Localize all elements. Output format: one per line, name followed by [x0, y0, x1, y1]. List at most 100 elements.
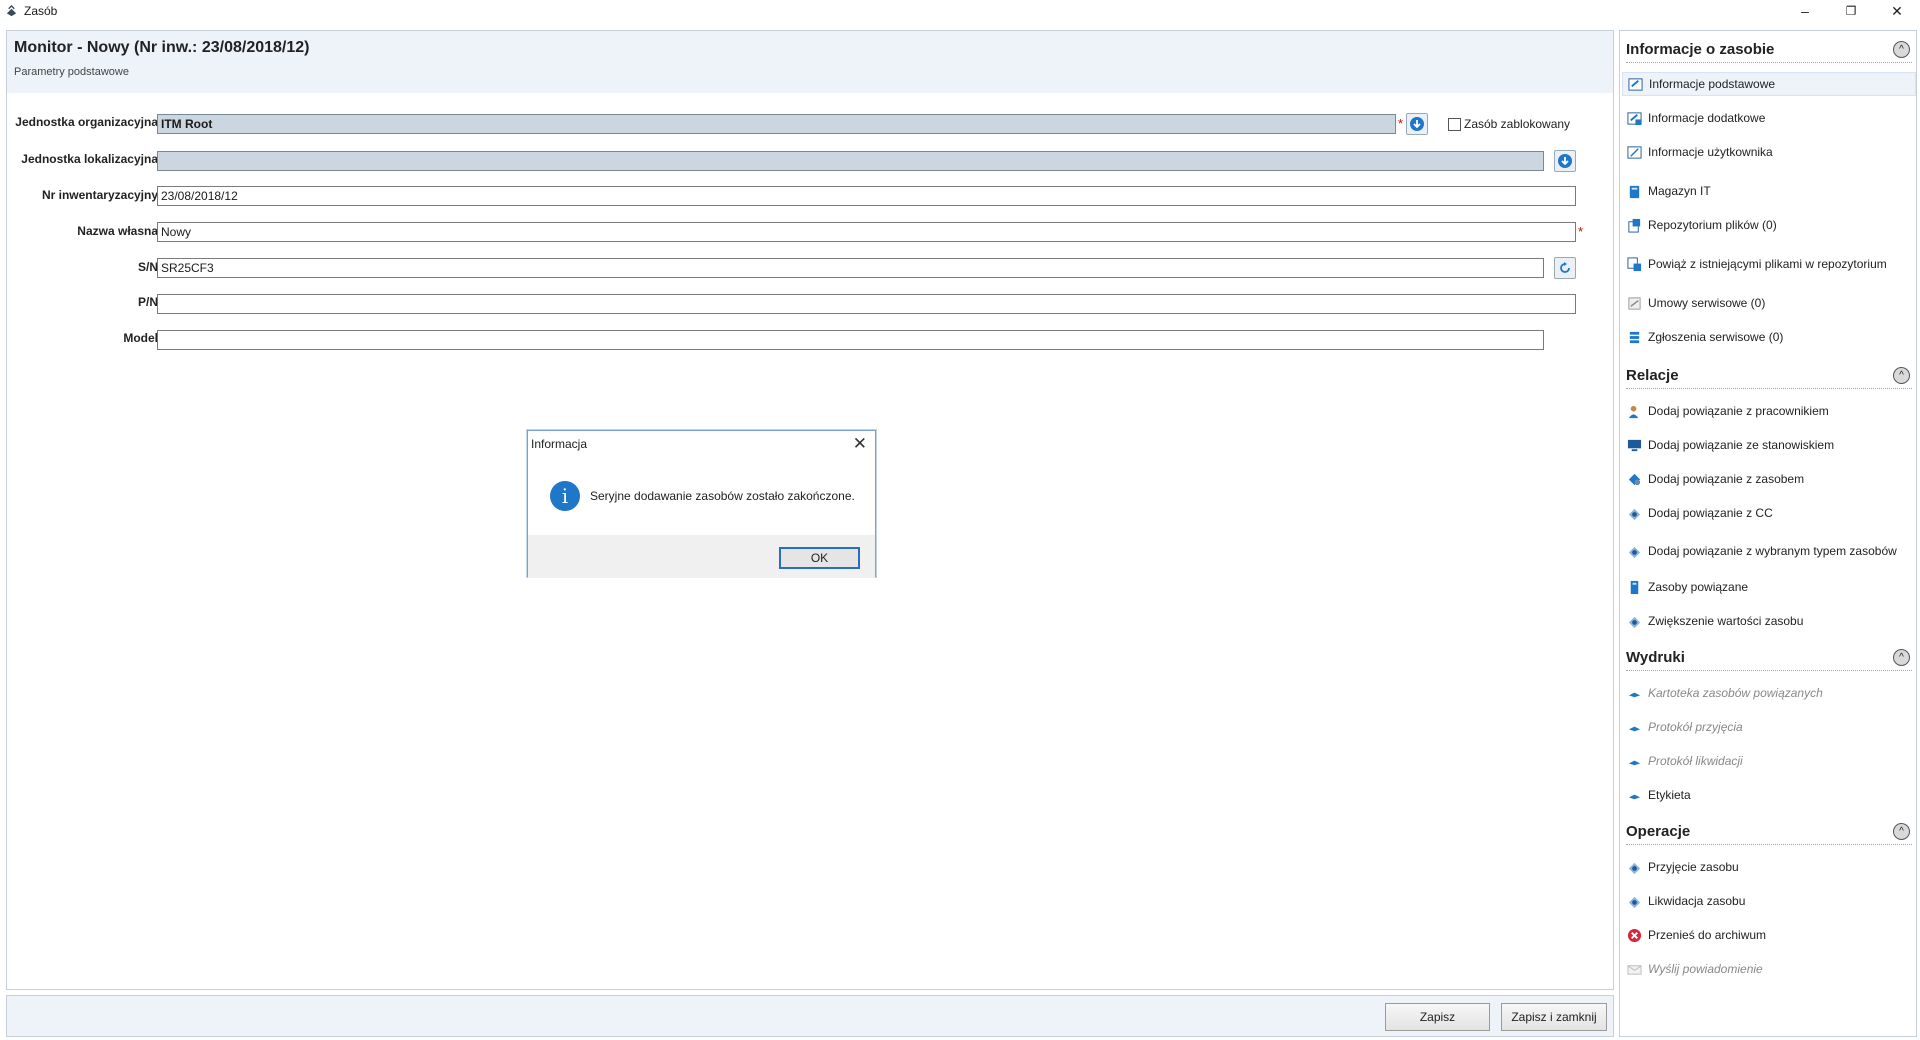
- sidebar-item-link-cc[interactable]: Dodaj powiązanie z CC: [1622, 501, 1916, 525]
- sidebar-item-additional-info[interactable]: Informacje dodatkowe: [1622, 106, 1916, 130]
- save-and-close-button[interactable]: Zapisz i zamknij: [1501, 1003, 1607, 1031]
- info-dialog: Informacja ✕ i Seryjne dodawanie zasobów…: [527, 430, 876, 578]
- section-title: Relacje: [1626, 367, 1679, 384]
- pencil-icon: [1627, 145, 1642, 159]
- sidebar-item-label: Przenieś do archiwum: [1648, 928, 1767, 942]
- org-unit-field[interactable]: ITM Root: [157, 114, 1396, 134]
- sn-refresh-button[interactable]: [1554, 257, 1576, 279]
- sidebar-item-label: Wyślij powiadomienie: [1648, 962, 1763, 976]
- sidebar-item-label: Powiąż z istniejącymi plikami w repozyto…: [1648, 257, 1887, 271]
- sidebar-item-label: Dodaj powiązanie z pracownikiem: [1648, 404, 1829, 418]
- contract-icon: [1628, 296, 1641, 310]
- section-title: Wydruki: [1626, 649, 1685, 666]
- sidebar-item-user-info[interactable]: Informacje użytkownika: [1622, 140, 1916, 164]
- sidebar-item-label: Etykieta: [1648, 788, 1691, 802]
- dialog-title: Informacja: [531, 437, 588, 451]
- loc-unit-label: Jednostka lokalizacyjna: [21, 152, 158, 166]
- print-icon: [1628, 794, 1641, 799]
- sidebar-item-label: Umowy serwisowe (0): [1648, 296, 1766, 310]
- dialog-message: Seryjne dodawanie zasobów zostało zakońc…: [590, 489, 855, 503]
- sidebar-item-link-files[interactable]: Powiąż z istniejącymi plikami w repozyto…: [1622, 252, 1916, 276]
- form-plus-icon: [1627, 111, 1642, 125]
- required-marker: *: [1398, 116, 1404, 131]
- sidebar-item-link-employee[interactable]: Dodaj powiązanie z pracownikiem: [1622, 399, 1916, 423]
- form-icon: [1628, 77, 1643, 91]
- sidebar-item-warehouse[interactable]: Magazyn IT: [1622, 179, 1916, 203]
- section-prints[interactable]: Wydruki ^: [1626, 645, 1912, 671]
- related-assets-icon: [1630, 580, 1639, 594]
- model-field[interactable]: [157, 330, 1544, 350]
- sidebar-item-basic-info[interactable]: Informacje podstawowe: [1622, 72, 1916, 96]
- own-name-field[interactable]: Nowy: [157, 222, 1576, 242]
- sidebar-item-related-assets[interactable]: Zasoby powiązane: [1622, 575, 1916, 599]
- workstation-link-icon: [1627, 439, 1642, 451]
- collapse-icon[interactable]: ^: [1893, 649, 1910, 666]
- mail-icon: [1627, 964, 1642, 975]
- collapse-icon[interactable]: ^: [1893, 823, 1910, 840]
- section-relations[interactable]: Relacje ^: [1626, 363, 1912, 389]
- sidebar-item-service-contracts[interactable]: Umowy serwisowe (0): [1622, 291, 1916, 315]
- sidebar-item-label: Informacje użytkownika: [1648, 145, 1773, 159]
- type-link-icon: [1628, 546, 1641, 558]
- collapse-icon[interactable]: ^: [1893, 367, 1910, 384]
- sidebar-item-file-repository[interactable]: Repozytorium plików (0): [1622, 213, 1916, 237]
- inv-no-field[interactable]: 23/08/2018/12: [157, 186, 1576, 206]
- page-title: Monitor - Nowy (Nr inw.: 23/08/2018/12): [14, 39, 310, 56]
- save-button[interactable]: Zapisz: [1385, 1003, 1490, 1031]
- minimize-button[interactable]: –: [1782, 0, 1828, 22]
- sidebar-item-dispose-asset[interactable]: Likwidacja zasobu: [1622, 889, 1916, 913]
- ok-button[interactable]: OK: [779, 547, 860, 569]
- sidebar-item-label: Protokół przyjęcia: [1648, 720, 1743, 734]
- sidebar-item-print-label[interactable]: Etykieta: [1622, 783, 1916, 807]
- page-subtitle: Parametry podstawowe: [14, 66, 129, 78]
- sidebar-item-value-increase[interactable]: Zwiększenie wartości zasobu: [1622, 609, 1916, 633]
- sidebar-item-label: Dodaj powiązanie z wybranym typem zasobó…: [1648, 544, 1897, 558]
- close-button[interactable]: ✕: [1874, 0, 1920, 22]
- window-title: Zasób: [24, 4, 58, 18]
- info-icon: i: [550, 481, 580, 511]
- section-title: Operacje: [1626, 823, 1691, 840]
- sidebar-item-link-asset[interactable]: Dodaj powiązanie z zasobem: [1622, 467, 1916, 491]
- value-increase-icon: [1628, 616, 1641, 628]
- sidebar-item-receive-asset[interactable]: Przyjęcie zasobu: [1622, 855, 1916, 879]
- restore-button[interactable]: ❐: [1828, 0, 1874, 22]
- section-resource-info[interactable]: Informacje o zasobie ^: [1626, 37, 1912, 63]
- app-icon: [6, 4, 17, 16]
- dispose-icon: [1628, 896, 1641, 908]
- sidebar-item-send-notification[interactable]: Wyślij powiadomienie: [1622, 957, 1916, 981]
- print-icon: [1628, 726, 1641, 731]
- sn-field[interactable]: SR25CF3: [157, 258, 1544, 278]
- user-link-icon: [1628, 405, 1639, 418]
- sidebar-item-move-to-archive[interactable]: Przenieś do archiwum: [1622, 923, 1916, 947]
- pn-field[interactable]: [157, 294, 1576, 314]
- print-icon: [1628, 760, 1641, 765]
- loc-unit-select-button[interactable]: [1554, 150, 1576, 172]
- sidebar-item-print-related-assets[interactable]: Kartoteka zasobów powiązanych: [1622, 681, 1916, 705]
- loc-unit-field[interactable]: [157, 151, 1544, 171]
- sidebar-item-label: Zwiększenie wartości zasobu: [1648, 614, 1804, 628]
- close-icon: ✕: [1891, 2, 1903, 19]
- inv-no-label: Nr inwentaryzacyjny: [41, 188, 158, 202]
- required-marker: *: [1578, 224, 1584, 239]
- org-unit-select-button[interactable]: [1406, 113, 1428, 135]
- download-arrow-icon: [1410, 117, 1424, 131]
- pn-label: P/N: [137, 295, 158, 309]
- section-operations[interactable]: Operacje ^: [1626, 819, 1912, 845]
- bottom-action-bar: Zapisz Zapisz i zamknij: [6, 995, 1614, 1037]
- side-panel: Informacje o zasobie ^ Informacje podsta…: [1619, 30, 1917, 1037]
- tickets-icon: [1629, 331, 1640, 343]
- collapse-icon[interactable]: ^: [1893, 41, 1910, 58]
- print-icon: [1628, 692, 1641, 697]
- sidebar-item-label: Informacje podstawowe: [1649, 77, 1776, 91]
- dialog-close-icon[interactable]: ✕: [853, 434, 867, 454]
- sidebar-item-label: Repozytorium plików (0): [1648, 218, 1777, 232]
- restore-icon: ❐: [1845, 4, 1857, 18]
- sidebar-item-label: Zgłoszenia serwisowe (0): [1648, 330, 1784, 344]
- sn-label: S/N: [137, 260, 158, 274]
- sidebar-item-service-tickets[interactable]: Zgłoszenia serwisowe (0): [1622, 325, 1916, 349]
- blocked-checkbox[interactable]: [1448, 118, 1461, 131]
- sidebar-item-link-asset-type[interactable]: Dodaj powiązanie z wybranym typem zasobó…: [1622, 539, 1916, 563]
- sidebar-item-print-receipt-protocol[interactable]: Protokół przyjęcia: [1622, 715, 1916, 739]
- sidebar-item-print-disposal-protocol[interactable]: Protokół likwidacji: [1622, 749, 1916, 773]
- sidebar-item-link-workstation[interactable]: Dodaj powiązanie ze stanowiskiem: [1622, 433, 1916, 457]
